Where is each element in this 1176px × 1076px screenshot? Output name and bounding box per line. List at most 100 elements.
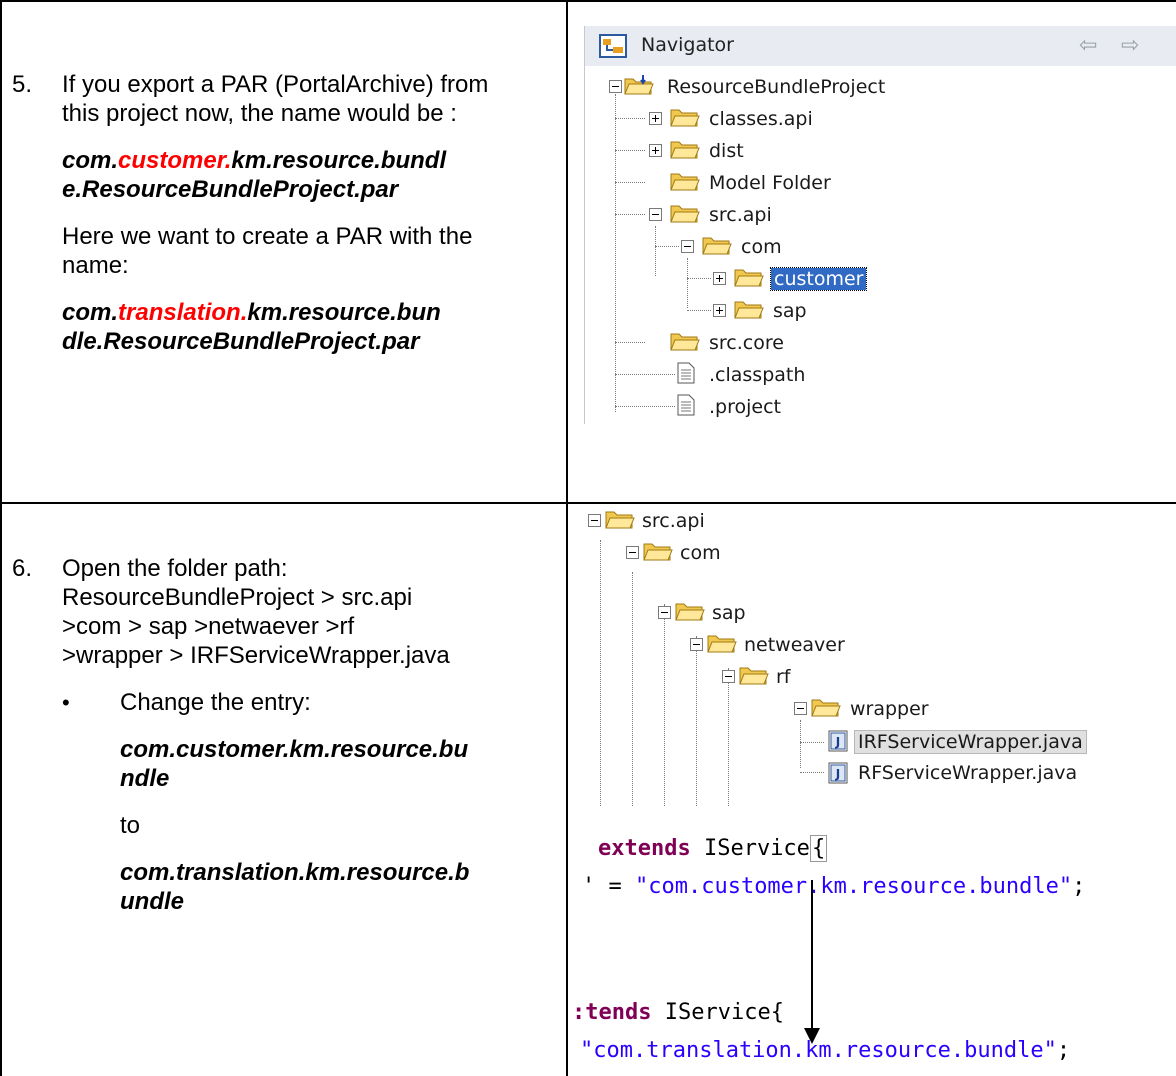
current-name-highlight: customer. <box>118 147 232 174</box>
tree2-item-com[interactable]: com <box>680 542 721 564</box>
tree-item-project[interactable]: .project <box>709 396 781 418</box>
code-keyword: :tends <box>572 1000 652 1025</box>
tree-line <box>664 604 665 806</box>
folder-icon <box>734 301 764 319</box>
folder-icon <box>643 543 673 561</box>
code-line-new-string: "com.translation.km.resource.bundle"; <box>580 1038 1070 1063</box>
tree-line <box>687 310 711 311</box>
new-entry-line1: com.translation.km.resource.b <box>120 859 470 886</box>
new-name-highlight: translation. <box>118 299 248 326</box>
folder-icon <box>670 109 700 127</box>
old-entry: com.customer.km.resource.bu ndle <box>120 735 552 793</box>
folder-icon <box>707 635 737 653</box>
code-semicolon: ; <box>1072 874 1086 899</box>
step6-line2: ResourceBundleProject > src.api <box>62 584 413 611</box>
code-text: IService <box>690 836 810 861</box>
code-keyword: extends <box>598 836 691 861</box>
package-tree: src.api com sap netweaver rf wrapper J I… <box>570 504 1176 806</box>
collapse-toggle[interactable] <box>722 670 735 683</box>
tree-item-classpath[interactable]: .classpath <box>709 364 805 386</box>
java-file-icon: J <box>828 762 848 784</box>
tree-line <box>615 94 616 412</box>
tree-line <box>615 342 645 343</box>
folder-icon <box>734 269 764 287</box>
folder-icon <box>605 511 635 529</box>
collapse-toggle[interactable] <box>609 80 622 93</box>
bullet-text: Change the entry: <box>120 689 311 716</box>
folder-icon <box>811 699 841 717</box>
expand-toggle[interactable] <box>649 112 662 125</box>
expand-toggle[interactable] <box>713 304 726 317</box>
step5-current-name: com.customer.km.resource.bundl e.Resourc… <box>62 146 552 204</box>
collapse-toggle[interactable] <box>649 208 662 221</box>
step5-number: 5. <box>12 71 33 98</box>
tree-item-dist[interactable]: dist <box>709 140 744 162</box>
svg-text:J: J <box>835 735 840 749</box>
table-column-divider <box>566 0 568 1076</box>
tree-line <box>615 150 645 151</box>
step6-cell: 6. Open the folder path: ResourceBundleP… <box>12 554 552 934</box>
tree-item-src-core[interactable]: src.core <box>709 332 784 354</box>
new-name-suffix1: km.resource.bun <box>247 299 441 326</box>
step5-new-name: com.translation.km.resource.bun dle.Reso… <box>62 298 552 356</box>
current-name-suffix1: km.resource.bundl <box>231 147 447 174</box>
collapse-toggle[interactable] <box>794 702 807 715</box>
tree-item-resourcebundleproject[interactable]: ResourceBundleProject <box>667 76 885 98</box>
old-entry-line2: ndle <box>120 765 170 792</box>
tree-item-com[interactable]: com <box>741 236 782 258</box>
folder-icon <box>739 667 769 685</box>
expand-toggle[interactable] <box>713 272 726 285</box>
tree2-item-rf[interactable]: rf <box>776 666 791 688</box>
new-name-prefix: com. <box>62 299 119 326</box>
file-icon <box>677 362 695 384</box>
current-name-prefix: com. <box>62 147 119 174</box>
new-name-suffix2: dle.ResourceBundleProject.par <box>62 328 420 355</box>
collapse-toggle[interactable] <box>658 606 671 619</box>
tree-line <box>800 772 824 773</box>
folder-icon <box>702 237 732 255</box>
bullet-dot: • <box>62 690 70 715</box>
tree-item-customer-selected[interactable]: customer <box>769 267 868 291</box>
folder-icon <box>670 141 700 159</box>
tree2-item-wrapper[interactable]: wrapper <box>850 698 929 720</box>
tree-item-classes-api[interactable]: classes.api <box>709 108 813 130</box>
code-brace: { <box>809 835 828 862</box>
navigator-titlebar: Navigator ⇦ ⇨ <box>585 26 1176 66</box>
tree-line <box>600 540 601 806</box>
tree-item-src-api[interactable]: src.api <box>709 204 772 226</box>
tree2-item-irfservicewrapper[interactable]: IRFServiceWrapper.java <box>854 730 1087 754</box>
code-semicolon: ; <box>1056 1038 1071 1063</box>
code-brace: { <box>770 1000 784 1025</box>
step5-intro: If you export a PAR (PortalArchive) from… <box>62 71 489 127</box>
tree2-item-sap[interactable]: sap <box>712 602 746 624</box>
table-border-top <box>0 0 1176 2</box>
tree-line <box>632 572 633 806</box>
folder-icon <box>670 333 700 351</box>
folder-icon <box>675 603 705 621</box>
code-line-extends-2: :tends IService{ <box>572 1000 784 1025</box>
tree-item-sap[interactable]: sap <box>773 300 807 322</box>
tree-line <box>615 406 675 407</box>
expand-toggle[interactable] <box>649 144 662 157</box>
collapse-toggle[interactable] <box>626 546 639 559</box>
step5-want-text: Here we want to create a PAR with the na… <box>62 223 473 279</box>
new-entry-line2: undle <box>120 888 184 915</box>
back-arrow-icon[interactable]: ⇦ <box>1079 32 1097 58</box>
tree2-item-src-api[interactable]: src.api <box>642 510 705 532</box>
tree-item-model-folder[interactable]: Model Folder <box>709 172 831 194</box>
folder-icon <box>670 173 700 191</box>
step6-number: 6. <box>12 555 33 582</box>
to-text: to <box>120 812 141 839</box>
tree2-item-netweaver[interactable]: netweaver <box>744 634 845 656</box>
collapse-toggle[interactable] <box>681 240 694 253</box>
step6-line1: Open the folder path: <box>62 555 288 582</box>
collapse-toggle[interactable] <box>690 638 703 651</box>
tree-line <box>655 226 656 276</box>
step5-cell: 5. If you export a PAR (PortalArchive) f… <box>12 70 552 374</box>
tree-line <box>728 668 729 806</box>
forward-arrow-icon[interactable]: ⇨ <box>1121 32 1139 58</box>
tree-line <box>687 258 688 308</box>
navigator-icon <box>599 34 627 58</box>
tree2-item-rfservicewrapper[interactable]: RFServiceWrapper.java <box>858 762 1077 784</box>
collapse-toggle[interactable] <box>588 514 601 527</box>
